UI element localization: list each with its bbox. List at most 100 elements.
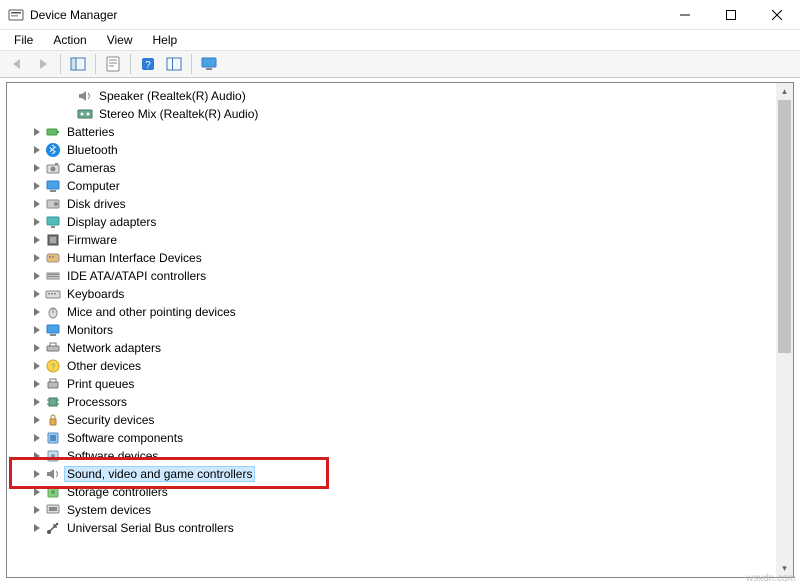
expand-icon[interactable] [31, 486, 43, 498]
tree-node-cameras[interactable]: Cameras [7, 159, 776, 177]
tree-node-system-devices[interactable]: System devices [7, 501, 776, 519]
forward-button[interactable] [32, 53, 54, 75]
hid-icon [45, 250, 61, 266]
expand-icon[interactable] [31, 162, 43, 174]
tree-node-label: Disk drives [65, 197, 128, 211]
tree-node-firmware[interactable]: Firmware [7, 231, 776, 249]
tree-node-label: Bluetooth [65, 143, 120, 157]
expand-icon[interactable] [31, 234, 43, 246]
cpu-icon [45, 394, 61, 410]
expand-icon[interactable] [31, 270, 43, 282]
tree-node-label: Speaker (Realtek(R) Audio) [97, 89, 248, 103]
printer-icon [45, 376, 61, 392]
scroll-thumb[interactable] [778, 100, 791, 353]
vertical-scrollbar[interactable]: ▴ ▾ [776, 83, 793, 577]
expand-icon[interactable] [31, 126, 43, 138]
expand-icon[interactable] [31, 360, 43, 372]
minimize-button[interactable] [662, 0, 708, 30]
no-expand [63, 108, 75, 120]
svg-text:?: ? [145, 60, 151, 71]
firmware-icon [45, 232, 61, 248]
properties-button[interactable] [102, 53, 124, 75]
expand-icon[interactable] [31, 198, 43, 210]
system-icon [45, 502, 61, 518]
scan-button[interactable] [163, 53, 185, 75]
expand-icon[interactable] [31, 450, 43, 462]
toolbar-separator [60, 54, 61, 74]
content-area: Speaker (Realtek(R) Audio) Stereo Mix (Re… [6, 82, 794, 578]
other-icon: ? [45, 358, 61, 374]
security-icon [45, 412, 61, 428]
sound-icon [45, 466, 61, 482]
window-controls [662, 0, 800, 30]
softdev-icon [45, 448, 61, 464]
tree-node-bluetooth[interactable]: Bluetooth [7, 141, 776, 159]
help-button[interactable]: ? [137, 53, 159, 75]
tree-node-label: Universal Serial Bus controllers [65, 521, 236, 535]
tree-node-monitors[interactable]: Monitors [7, 321, 776, 339]
expand-icon[interactable] [31, 216, 43, 228]
maximize-button[interactable] [708, 0, 754, 30]
expand-icon[interactable] [31, 324, 43, 336]
tree-node-soft-components[interactable]: Software components [7, 429, 776, 447]
expand-icon[interactable] [31, 378, 43, 390]
menu-action[interactable]: Action [45, 32, 94, 48]
expand-icon[interactable] [31, 252, 43, 264]
softcomp-icon [45, 430, 61, 446]
ide-icon [45, 268, 61, 284]
network-icon [45, 340, 61, 356]
tree-node-batteries[interactable]: Batteries [7, 123, 776, 141]
expand-icon[interactable] [31, 414, 43, 426]
menu-view[interactable]: View [99, 32, 141, 48]
tree-node-network-adapters[interactable]: Network adapters [7, 339, 776, 357]
expand-icon[interactable] [31, 144, 43, 156]
svg-text:?: ? [50, 362, 55, 372]
menubar: File Action View Help [0, 30, 800, 50]
tree-node-label: IDE ATA/ATAPI controllers [65, 269, 208, 283]
tree-node-label: System devices [65, 503, 153, 517]
tree-node-disk-drives[interactable]: Disk drives [7, 195, 776, 213]
tree-node-storage-controllers[interactable]: Storage controllers [7, 483, 776, 501]
window-title: Device Manager [30, 8, 117, 22]
tree-node-display-adapters[interactable]: Display adapters [7, 213, 776, 231]
no-expand [63, 90, 75, 102]
expand-icon[interactable] [31, 522, 43, 534]
tree-node-label: Firmware [65, 233, 119, 247]
device-tree[interactable]: Speaker (Realtek(R) Audio) Stereo Mix (Re… [7, 83, 776, 577]
mixer-icon [77, 106, 93, 122]
expand-icon[interactable] [31, 396, 43, 408]
menu-file[interactable]: File [6, 32, 41, 48]
scroll-track[interactable] [776, 100, 793, 560]
expand-icon[interactable] [31, 342, 43, 354]
tree-node-processors[interactable]: Processors [7, 393, 776, 411]
close-button[interactable] [754, 0, 800, 30]
menu-help[interactable]: Help [145, 32, 186, 48]
tree-node-usb-controllers[interactable]: Universal Serial Bus controllers [7, 519, 776, 537]
show-hide-tree-button[interactable] [67, 53, 89, 75]
tree-node-mice[interactable]: Mice and other pointing devices [7, 303, 776, 321]
scroll-up-button[interactable]: ▴ [776, 83, 793, 100]
tree-node-soft-devices[interactable]: Software devices [7, 447, 776, 465]
tree-node-print-queues[interactable]: Print queues [7, 375, 776, 393]
back-button[interactable] [6, 53, 28, 75]
expand-icon[interactable] [31, 468, 43, 480]
tree-node-hid[interactable]: Human Interface Devices [7, 249, 776, 267]
tree-node-computer[interactable]: Computer [7, 177, 776, 195]
display-icon [45, 214, 61, 230]
expand-icon[interactable] [31, 306, 43, 318]
expand-icon[interactable] [31, 504, 43, 516]
tree-node-sound-video-game[interactable]: Sound, video and game controllers [7, 465, 776, 483]
usb-icon [45, 520, 61, 536]
tree-node-label: Monitors [65, 323, 115, 337]
tree-node-keyboards[interactable]: Keyboards [7, 285, 776, 303]
expand-icon[interactable] [31, 180, 43, 192]
tree-node-security-devices[interactable]: Security devices [7, 411, 776, 429]
monitor-button[interactable] [198, 53, 220, 75]
tree-node-ide[interactable]: IDE ATA/ATAPI controllers [7, 267, 776, 285]
tree-node-speaker[interactable]: Speaker (Realtek(R) Audio) [7, 87, 776, 105]
tree-node-other-devices[interactable]: ?Other devices [7, 357, 776, 375]
expand-icon[interactable] [31, 432, 43, 444]
expand-icon[interactable] [31, 288, 43, 300]
tree-node-stereo-mix[interactable]: Stereo Mix (Realtek(R) Audio) [7, 105, 776, 123]
computer-icon [45, 178, 61, 194]
